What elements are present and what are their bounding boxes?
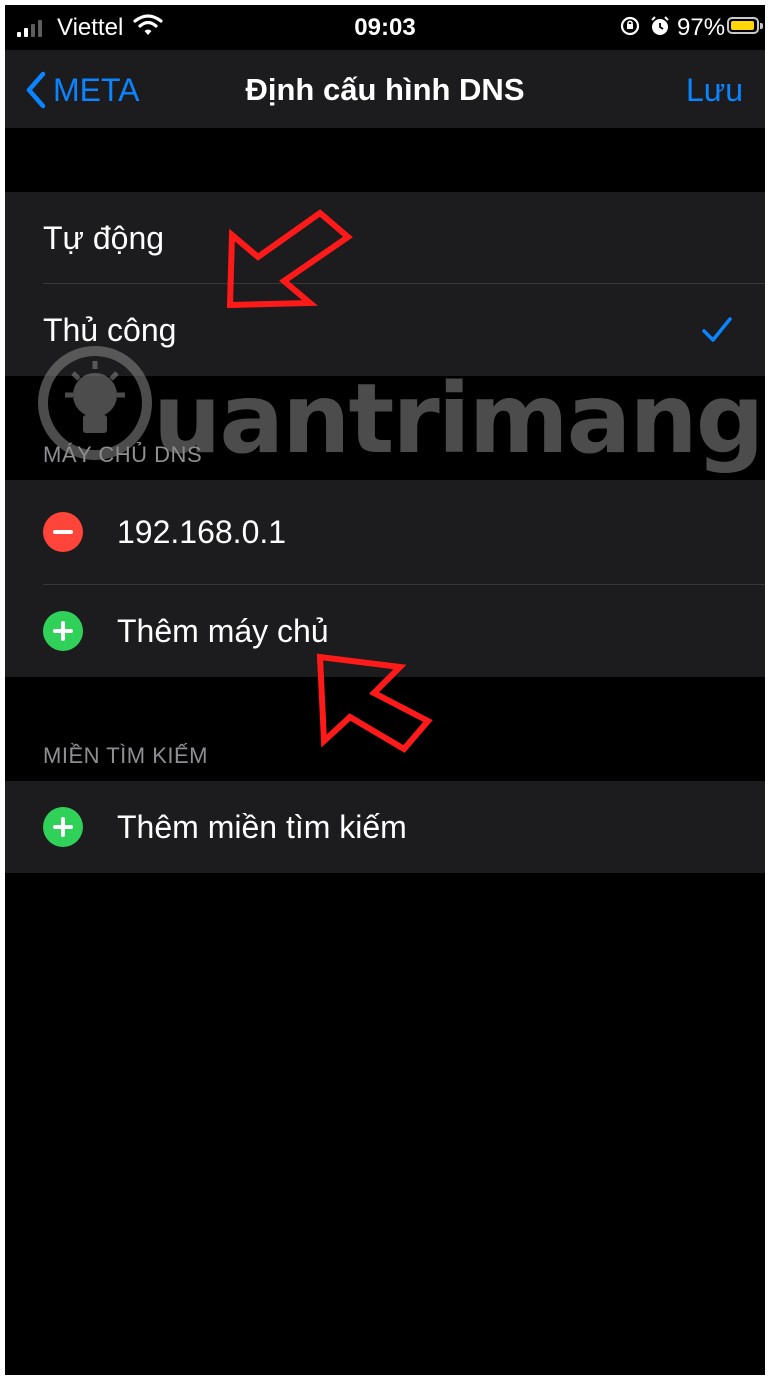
lightbulb-logo-icon <box>38 346 152 460</box>
checkmark-icon <box>702 317 732 342</box>
add-search-domain-label: Thêm miền tìm kiếm <box>117 808 407 845</box>
dns-server-row: 192.168.0.1 <box>5 480 765 585</box>
watermark: uantrimang <box>35 343 764 483</box>
phone-screen: Viettel 09:03 97% META Định cấu hình DNS… <box>5 5 765 1375</box>
lock-rotation-icon <box>620 16 640 36</box>
alarm-icon <box>651 16 669 35</box>
plus-circle-icon[interactable] <box>43 611 83 651</box>
navigation-bar: META Định cấu hình DNS Lưu <box>5 50 765 128</box>
search-domains-header: MIỀN TÌM KIẾM <box>43 743 208 768</box>
option-automatic-label: Tự động <box>43 219 165 256</box>
battery-percent: 97% <box>677 14 726 41</box>
dns-server-address[interactable]: 192.168.0.1 <box>117 514 286 551</box>
search-domains-group: Thêm miền tìm kiếm <box>5 781 765 873</box>
minus-circle-icon[interactable] <box>43 512 83 552</box>
page-title: Định cấu hình DNS <box>245 72 525 107</box>
battery-icon <box>727 17 763 34</box>
add-search-domain-row[interactable]: Thêm miền tìm kiếm <box>5 781 765 873</box>
battery-fill <box>731 21 755 30</box>
add-server-label: Thêm máy chủ <box>117 612 329 649</box>
arrow-annotation-icon <box>226 209 353 309</box>
save-button[interactable]: Lưu <box>686 72 743 109</box>
plus-circle-icon[interactable] <box>43 807 83 847</box>
watermark-text: uantrimang <box>153 363 764 475</box>
arrow-annotation-icon <box>316 653 433 753</box>
option-automatic[interactable]: Tự động <box>5 192 765 284</box>
status-bar: Viettel 09:03 97% <box>5 5 765 50</box>
